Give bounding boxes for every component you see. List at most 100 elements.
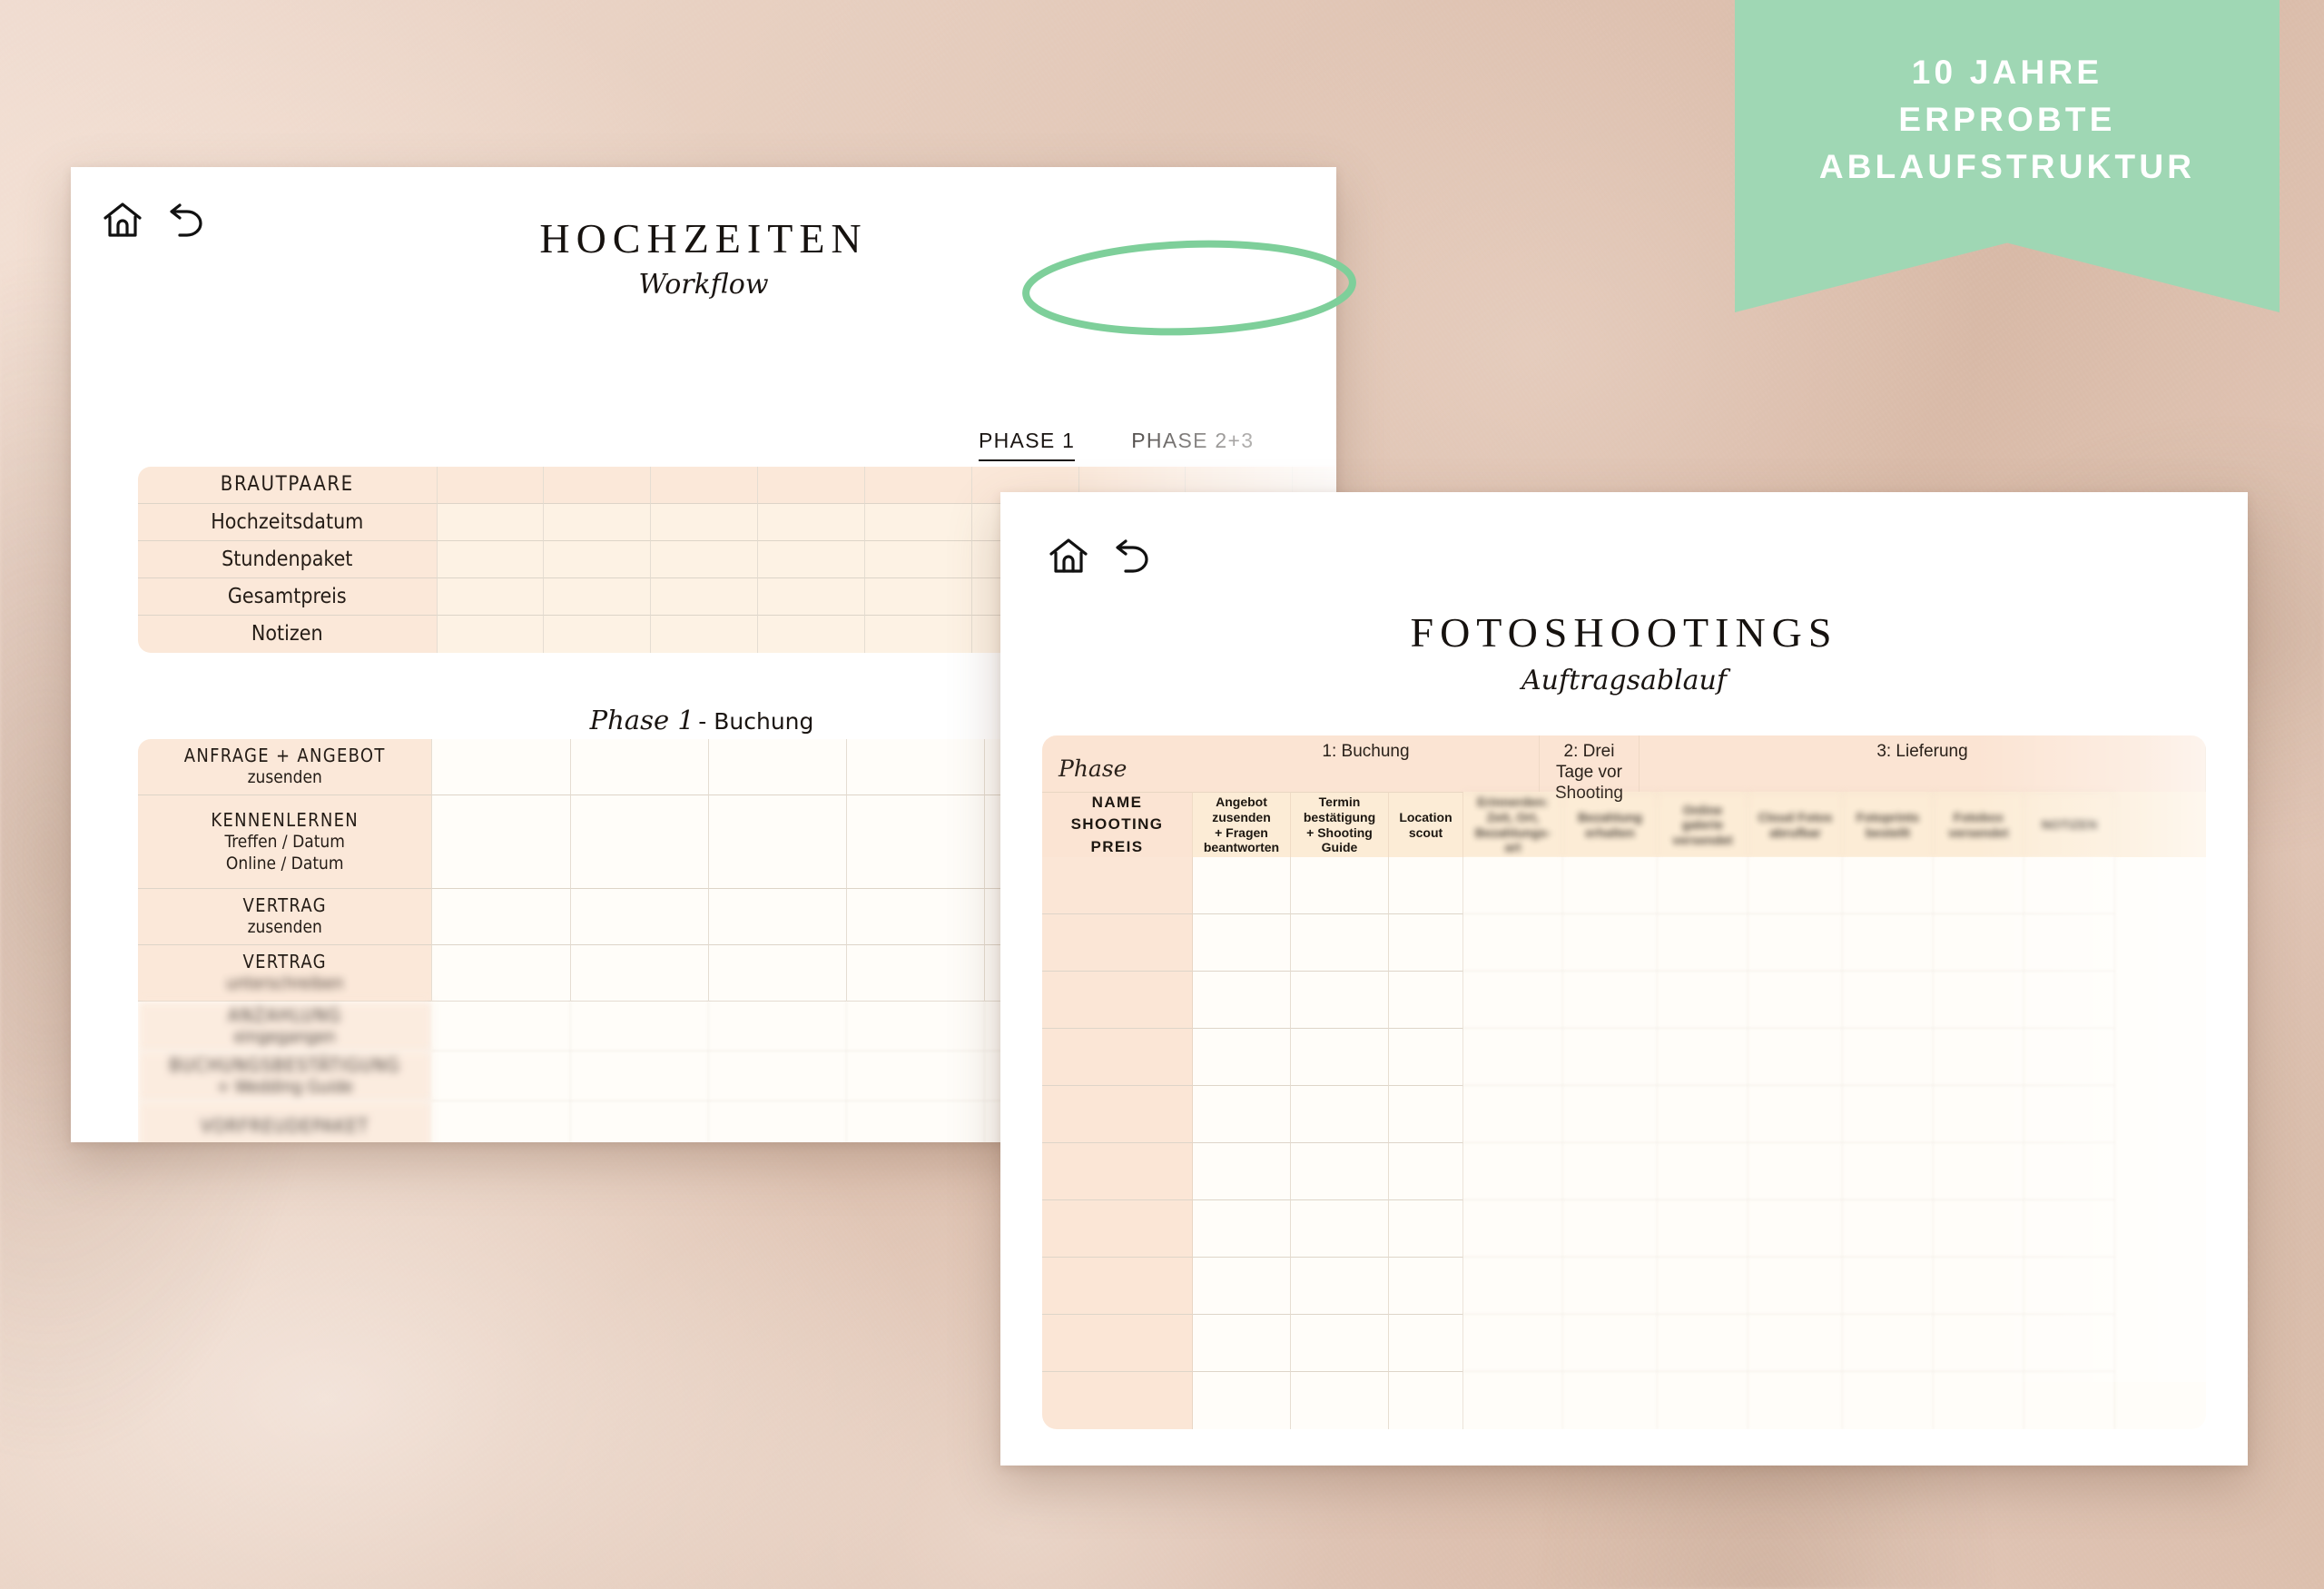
table-cell-blank[interactable] [708,1051,848,1101]
table-cell-blank[interactable] [1193,1086,1291,1143]
table-cell-blank[interactable] [2024,1200,2115,1258]
table-cell-blank[interactable] [1563,1372,1658,1429]
table-cell-blank[interactable] [1658,857,1748,914]
table-cell-blank[interactable] [1389,1086,1463,1143]
table-cell-blank[interactable] [570,1101,709,1142]
table-cell-blank[interactable] [1658,1258,1748,1315]
table-cell-blank[interactable] [1563,857,1658,914]
table-cell-blank[interactable] [847,739,986,795]
table-cell-blank[interactable] [651,541,759,578]
table-cell-blank[interactable] [1748,1029,1843,1086]
table-cell-blank[interactable] [1748,1143,1843,1200]
table-cell-blank[interactable] [432,795,571,889]
table-cell-blank[interactable] [1463,914,1563,972]
table-cell-blank[interactable] [1463,972,1563,1029]
table-cell-blank[interactable] [1463,1029,1563,1086]
table-cell-blank[interactable] [2024,1143,2115,1200]
table-cell-blank[interactable] [1291,1258,1389,1315]
table-cell-blank[interactable] [1843,1315,1934,1372]
table-cell-blank[interactable] [1193,857,1291,914]
table-cell-blank[interactable] [864,616,972,653]
table-cell-blank[interactable] [1463,1315,1563,1372]
table-cell-blank[interactable] [2024,1315,2115,1372]
table-cell-blank[interactable] [570,1002,709,1051]
table-cell-blank[interactable] [1042,1315,1193,1372]
table-cell-blank[interactable] [1389,1143,1463,1200]
table-cell-blank[interactable] [1291,1029,1389,1086]
table-cell-blank[interactable] [1658,1200,1748,1258]
table-cell-blank[interactable] [544,541,652,578]
table-cell-blank[interactable] [432,945,571,1002]
table-cell-blank[interactable] [708,739,848,795]
table-cell-blank[interactable] [1389,1029,1463,1086]
table-cell-blank[interactable] [1193,1200,1291,1258]
table-cell-blank[interactable] [847,1051,986,1101]
table-cell-blank[interactable] [1658,1372,1748,1429]
table-cell-blank[interactable] [1748,1315,1843,1372]
table-cell-blank[interactable] [1563,1143,1658,1200]
table-cell-blank[interactable] [1658,1315,1748,1372]
table-cell-blank[interactable] [1042,972,1193,1029]
table-cell-blank[interactable] [1748,914,1843,972]
tab-phase-2-3[interactable]: PHASE 2+3 [1131,429,1254,461]
table-cell-blank[interactable] [1563,1315,1658,1372]
table-cell-blank[interactable] [1042,857,1193,914]
table-cell-blank[interactable] [1463,1258,1563,1315]
table-cell-blank[interactable] [1658,1086,1748,1143]
phase-tab-bar[interactable]: PHASE 1 PHASE 2+3 [979,429,1254,461]
table-cell-blank[interactable] [1291,1200,1389,1258]
table-cell-blank[interactable] [1193,1372,1291,1429]
table-cell-blank[interactable] [432,1101,571,1142]
table-cell-blank[interactable] [2024,1372,2115,1429]
table-cell-blank[interactable] [1934,1200,2024,1258]
table-cell-blank[interactable] [758,616,865,653]
table-cell-blank[interactable] [1563,914,1658,972]
table-cell-blank[interactable] [1563,1029,1658,1086]
table-cell-blank[interactable] [1843,1200,1934,1258]
table-cell-blank[interactable] [708,945,848,1002]
table-cell-blank[interactable] [1291,1372,1389,1429]
table-cell-blank[interactable] [570,889,709,945]
table-cell-blank[interactable] [1291,1143,1389,1200]
table-cell-blank[interactable] [1042,1258,1193,1315]
table-cell-blank[interactable] [1843,914,1934,972]
table-cell-blank[interactable] [1291,857,1389,914]
tab-phase-1[interactable]: PHASE 1 [979,429,1076,461]
table-cell-blank[interactable] [1463,1372,1563,1429]
table-cell-blank[interactable] [758,578,865,616]
table-cell-blank[interactable] [864,541,972,578]
table-cell-blank[interactable] [1463,857,1563,914]
table-cell-blank[interactable] [1193,1258,1291,1315]
table-cell-blank[interactable] [1843,972,1934,1029]
table-cell-blank[interactable] [1748,1258,1843,1315]
table-cell-blank[interactable] [651,578,759,616]
table-cell-blank[interactable] [708,795,848,889]
table-cell-blank[interactable] [1193,914,1291,972]
table-cell-blank[interactable] [544,504,652,541]
table-cell-blank[interactable] [847,795,986,889]
table-cell-blank[interactable] [1934,1372,2024,1429]
table-cell-blank[interactable] [758,541,865,578]
table-cell-blank[interactable] [1934,1029,2024,1086]
table-cell-blank[interactable] [1193,1143,1291,1200]
table-cell-blank[interactable] [1563,1086,1658,1143]
table-cell-blank[interactable] [1042,1086,1193,1143]
table-cell-blank[interactable] [2024,972,2115,1029]
table-cell-blank[interactable] [1291,1086,1389,1143]
table-cell-blank[interactable] [432,889,571,945]
table-cell-blank[interactable] [1843,857,1934,914]
table-cell-blank[interactable] [1389,972,1463,1029]
table-cell-blank[interactable] [1748,857,1843,914]
table-cell-blank[interactable] [1389,914,1463,972]
table-cell-blank[interactable] [1658,972,1748,1029]
table-cell-blank[interactable] [1042,1372,1193,1429]
table-cell-blank[interactable] [437,467,545,504]
table-cell-blank[interactable] [570,1051,709,1101]
table-cell-blank[interactable] [847,889,986,945]
table-cell-blank[interactable] [1934,1315,2024,1372]
table-cell-blank[interactable] [1658,1029,1748,1086]
table-cell-blank[interactable] [1389,1258,1463,1315]
table-cell-blank[interactable] [544,578,652,616]
table-cell-blank[interactable] [1389,1315,1463,1372]
table-cell-blank[interactable] [2024,1086,2115,1143]
